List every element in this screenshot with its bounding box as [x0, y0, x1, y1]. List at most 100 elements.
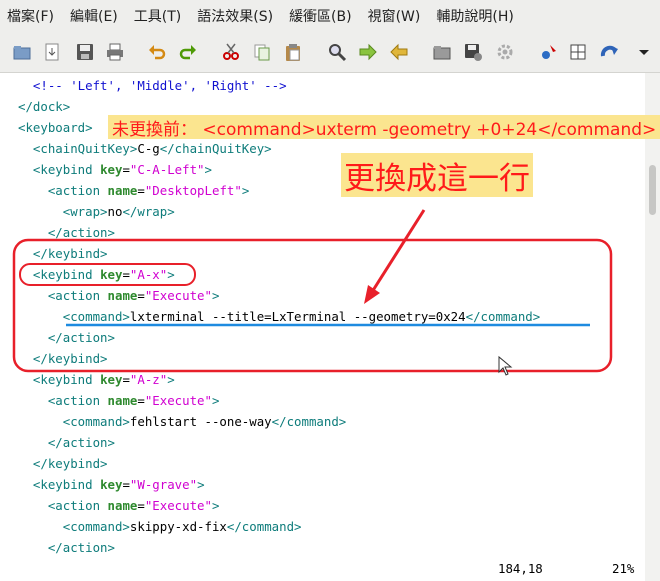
- code-token-tag: <keybind: [18, 267, 101, 282]
- annotation-callout: 更換成這一行: [341, 153, 533, 197]
- settings-icon[interactable]: [493, 40, 517, 64]
- code-token-val: "A-x": [129, 267, 168, 282]
- code-token-tag: <chainQuitKey>: [18, 141, 138, 156]
- code-token-tag: >: [167, 267, 175, 282]
- menu-item-3[interactable]: 語法效果(S): [189, 6, 281, 26]
- code-token-attr: name: [107, 183, 138, 198]
- code-token-tag: >: [211, 498, 220, 513]
- code-token-text: C-g: [137, 141, 160, 156]
- code-token-val: "Execute": [144, 393, 212, 408]
- code-token-tag: </keybind>: [18, 351, 108, 366]
- code-token-text: =: [137, 183, 145, 198]
- code-line[interactable]: <keybind key="A-x">: [18, 264, 175, 285]
- menu-item-4[interactable]: 緩衝區(B): [281, 6, 360, 26]
- code-token-tag: <action: [18, 393, 108, 408]
- load-session-icon[interactable]: [430, 40, 454, 64]
- code-line[interactable]: </keybind>: [18, 453, 108, 474]
- code-line[interactable]: </keybind>: [18, 243, 108, 264]
- code-token-tag: </chainQuitKey>: [159, 141, 272, 156]
- code-line[interactable]: <keybind key="A-z">: [18, 369, 175, 390]
- code-token-attr: name: [107, 498, 138, 513]
- code-token-tag: >: [167, 372, 175, 387]
- table-icon[interactable]: [566, 40, 590, 64]
- code-line[interactable]: </action>: [18, 537, 115, 558]
- code-token-tag: <command>: [18, 519, 130, 534]
- back-icon[interactable]: [387, 40, 411, 64]
- code-token-comment: <!-- 'Left', 'Middle', 'Right' -->: [18, 78, 287, 93]
- code-token-attr: key: [100, 162, 123, 177]
- code-token-tag: >: [211, 288, 220, 303]
- code-token-text: no: [107, 204, 123, 219]
- menu-item-6[interactable]: 輔助說明(H): [428, 6, 521, 26]
- code-line[interactable]: <wrap>no</wrap>: [18, 201, 175, 222]
- run-icon[interactable]: [537, 40, 561, 64]
- code-line[interactable]: </action>: [18, 327, 115, 348]
- code-line[interactable]: </keybind>: [18, 348, 108, 369]
- open-file-icon[interactable]: [10, 40, 34, 64]
- code-line[interactable]: <command>fehlstart --one-way</command>: [18, 411, 347, 432]
- code-line[interactable]: <action name="Execute">: [18, 285, 220, 306]
- code-token-tag: <keybind: [18, 372, 101, 387]
- vertical-scrollbar[interactable]: [645, 73, 660, 581]
- code-editor[interactable]: <!-- 'Left', 'Middle', 'Right' --> </dock…: [0, 73, 645, 581]
- paste-icon[interactable]: [281, 40, 305, 64]
- code-token-text: skippy-xd-fix: [129, 519, 227, 534]
- load-icon[interactable]: [40, 40, 64, 64]
- code-line[interactable]: <keyboard>: [18, 117, 93, 138]
- code-line[interactable]: <keybind key="C-A-Left">: [18, 159, 212, 180]
- code-token-tag: <wrap>: [18, 204, 108, 219]
- code-line[interactable]: <keybind key="W-grave">: [18, 474, 205, 495]
- jump-icon[interactable]: [597, 40, 621, 64]
- status-bar: 184,18 21%: [0, 557, 645, 581]
- code-token-tag: >: [211, 393, 220, 408]
- code-line[interactable]: <action name="Execute">: [18, 390, 220, 411]
- code-token-tag: <command>: [18, 414, 130, 429]
- code-token-attr: name: [107, 393, 138, 408]
- cut-icon[interactable]: [219, 40, 243, 64]
- code-line[interactable]: <command>lxterminal --title=LxTerminal -…: [18, 306, 540, 327]
- toolbar: [0, 32, 660, 73]
- scroll-percent: 21%: [612, 561, 635, 576]
- menu-bar: 檔案(F) 編輯(E) 工具(T) 語法效果(S) 緩衝區(B) 視窗(W) 輔助說明(H): [0, 0, 660, 32]
- code-token-val: "W-grave": [129, 477, 198, 492]
- code-token-tag: </wrap>: [122, 204, 175, 219]
- code-line[interactable]: </action>: [18, 432, 115, 453]
- code-line[interactable]: <action name="Execute">: [18, 495, 220, 516]
- forward-icon[interactable]: [356, 40, 380, 64]
- menu-item-5[interactable]: 視窗(W): [360, 6, 429, 26]
- menu-item-0[interactable]: 檔案(F): [0, 6, 62, 26]
- code-token-text: lxterminal --title=LxTerminal --geometry…: [129, 309, 466, 324]
- code-line[interactable]: <chainQuitKey>C-g</chainQuitKey>: [18, 138, 272, 159]
- code-token-tag: </keybind>: [18, 456, 108, 471]
- code-line[interactable]: </dock>: [18, 96, 70, 117]
- code-token-tag: >: [241, 183, 250, 198]
- code-token-text: =: [122, 162, 130, 177]
- code-token-tag: >: [197, 477, 205, 492]
- redo-icon[interactable]: [176, 40, 200, 64]
- code-line[interactable]: </action>: [18, 222, 115, 243]
- code-token-tag: <action: [18, 288, 108, 303]
- code-token-tag: </action>: [18, 330, 115, 345]
- code-token-tag: </command>: [226, 519, 302, 534]
- undo-icon[interactable]: [145, 40, 169, 64]
- code-token-attr: key: [100, 372, 123, 387]
- code-token-text: =: [137, 288, 145, 303]
- dropdown-arrow-icon[interactable]: [632, 40, 656, 64]
- save-icon[interactable]: [73, 40, 97, 64]
- code-token-tag: </action>: [18, 435, 115, 450]
- scrollbar-thumb[interactable]: [649, 165, 656, 215]
- code-line[interactable]: <action name="DesktopLeft">: [18, 180, 249, 201]
- find-replace-icon[interactable]: [325, 40, 349, 64]
- menu-item-1[interactable]: 編輯(E): [62, 6, 126, 26]
- code-token-tag: </command>: [465, 309, 541, 324]
- code-token-text: =: [122, 477, 130, 492]
- print-icon[interactable]: [103, 40, 127, 64]
- menu-item-2[interactable]: 工具(T): [126, 6, 189, 26]
- code-token-val: "Execute": [144, 498, 212, 513]
- copy-icon[interactable]: [250, 40, 274, 64]
- code-token-tag: </dock>: [18, 99, 71, 114]
- code-token-tag: <keybind: [18, 162, 101, 177]
- save-session-icon[interactable]: [461, 40, 485, 64]
- code-line[interactable]: <!-- 'Left', 'Middle', 'Right' -->: [18, 75, 287, 96]
- code-line[interactable]: <command>skippy-xd-fix</command>: [18, 516, 302, 537]
